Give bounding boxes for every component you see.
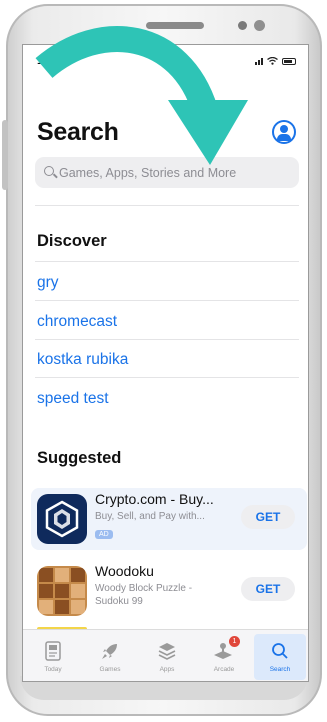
status-time: 12 <box>37 55 50 67</box>
search-icon <box>44 166 54 176</box>
phone-screen: 12 Search Discover gry chromecast kostka… <box>22 44 309 682</box>
tab-label: Today <box>44 666 62 673</box>
tab-apps[interactable]: Apps <box>141 634 193 680</box>
page-title: Search <box>37 118 119 146</box>
tab-bar: Today Games Apps 1 Arcade Search <box>23 629 308 681</box>
crypto-app-icon <box>37 494 87 544</box>
ad-badge: AD <box>95 530 113 539</box>
divider <box>35 261 299 262</box>
status-icons <box>255 57 296 65</box>
discover-title: Discover <box>37 232 107 250</box>
wifi-icon <box>267 57 278 65</box>
status-bar: 12 <box>23 45 308 75</box>
divider <box>35 300 299 301</box>
tab-today[interactable]: Today <box>27 634 79 680</box>
divider <box>35 205 299 206</box>
woodoku-app-icon <box>37 566 87 616</box>
rocket-icon <box>102 644 117 659</box>
phone-side-button <box>2 120 8 190</box>
phone-camera <box>254 20 265 31</box>
app-name: Crypto.com - Buy... <box>95 491 214 507</box>
divider <box>35 339 299 340</box>
search-input[interactable] <box>59 157 295 188</box>
discover-item-chromecast[interactable]: chromecast <box>37 313 117 331</box>
app-name: Woodoku <box>95 563 154 579</box>
layers-icon <box>158 643 176 660</box>
tab-games[interactable]: Games <box>84 634 136 680</box>
search-bar[interactable] <box>35 157 299 188</box>
discover-item-speed-test[interactable]: speed test <box>37 390 109 408</box>
battery-icon <box>282 57 296 65</box>
app-subtitle-line2: Sudoku 99 <box>95 596 143 607</box>
notification-badge: 1 <box>229 636 240 647</box>
app-row-crypto[interactable]: Crypto.com - Buy... Buy, Sell, and Pay w… <box>31 488 307 550</box>
app-subtitle-line1: Woody Block Puzzle - <box>95 583 193 594</box>
search-icon <box>272 643 288 659</box>
get-button[interactable]: GET <box>241 577 295 601</box>
phone-sensor <box>238 21 247 30</box>
tab-label: Games <box>99 666 121 673</box>
tab-label: Apps <box>159 666 175 673</box>
divider <box>35 377 299 378</box>
discover-item-kostka-rubika[interactable]: kostka rubika <box>37 351 128 369</box>
app-row-woodoku[interactable]: Woodoku Woody Block Puzzle - Sudoku 99 G… <box>31 560 307 622</box>
today-icon <box>45 641 61 661</box>
cellular-signal-icon <box>255 57 263 65</box>
account-icon[interactable] <box>272 120 296 144</box>
discover-item-gry[interactable]: gry <box>37 274 59 292</box>
tab-label: Search <box>269 666 291 673</box>
phone-speaker <box>146 22 204 29</box>
suggested-title: Suggested <box>37 449 122 467</box>
tab-label: Arcade <box>213 666 235 673</box>
tab-search[interactable]: Search <box>254 634 306 680</box>
get-button[interactable]: GET <box>241 505 295 529</box>
tab-arcade[interactable]: 1 Arcade <box>198 634 250 680</box>
app-subtitle: Buy, Sell, and Pay with... <box>95 511 205 522</box>
